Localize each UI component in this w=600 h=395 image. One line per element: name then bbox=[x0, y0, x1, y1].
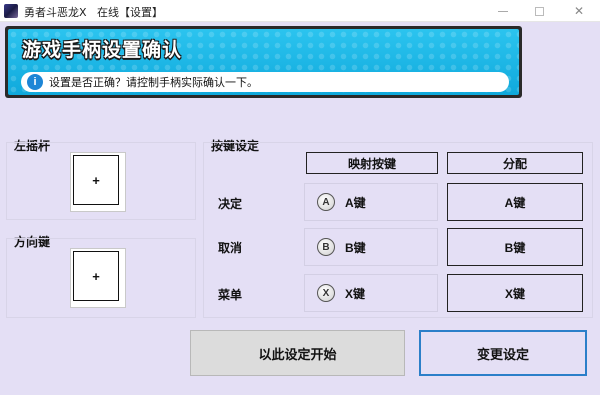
banner-panel: 游戏手柄设置确认 i 设置是否正确？请控制手柄实际确认一下。 bbox=[8, 29, 519, 95]
row-label-menu: 菜单 bbox=[218, 288, 243, 302]
x-button-icon: X bbox=[317, 284, 335, 302]
row-label-confirm: 决定 bbox=[218, 197, 243, 211]
app-icon bbox=[4, 4, 18, 18]
assign-button-confirm[interactable]: A键 bbox=[447, 183, 583, 221]
dpad-display: + bbox=[70, 248, 126, 308]
banner-message: 设置是否正确？请控制手柄实际确认一下。 bbox=[49, 76, 258, 89]
mapped-key-menu: X X键 bbox=[304, 274, 438, 312]
close-button[interactable]: ✕ bbox=[562, 0, 596, 22]
minimize-icon bbox=[498, 10, 508, 12]
window-title: 勇者斗恶龙X 在线【设置】 bbox=[24, 6, 164, 19]
mapped-key-label: A键 bbox=[345, 195, 366, 210]
mapped-key-header: 映射按键 bbox=[306, 152, 438, 174]
dpad-indicator: + bbox=[73, 251, 119, 301]
info-icon: i bbox=[27, 74, 43, 90]
mapped-key-label: B键 bbox=[345, 240, 366, 255]
row-label-cancel: 取消 bbox=[218, 241, 243, 255]
left-stick-display: + bbox=[70, 152, 126, 212]
maximize-icon bbox=[534, 6, 544, 16]
change-settings-button[interactable]: 变更设定 bbox=[419, 330, 587, 376]
start-with-settings-button[interactable]: 以此设定开始 bbox=[190, 330, 405, 376]
mapped-key-confirm: A A键 bbox=[304, 183, 438, 221]
mapped-key-label: X键 bbox=[345, 286, 366, 301]
maximize-button[interactable] bbox=[522, 0, 556, 22]
page-title: 游戏手柄设置确认 bbox=[22, 39, 183, 61]
assign-button-menu[interactable]: X键 bbox=[447, 274, 583, 312]
header-banner: 游戏手柄设置确认 i 设置是否正确？请控制手柄实际确认一下。 bbox=[5, 26, 522, 98]
mapped-key-cancel: B B键 bbox=[304, 228, 438, 266]
a-button-icon: A bbox=[317, 193, 335, 211]
close-icon: ✕ bbox=[573, 4, 585, 18]
title-bar: 勇者斗恶龙X 在线【设置】 ✕ bbox=[0, 0, 600, 22]
assign-button-cancel[interactable]: B键 bbox=[447, 228, 583, 266]
minimize-button[interactable] bbox=[486, 0, 520, 22]
left-stick-indicator: + bbox=[73, 155, 119, 205]
b-button-icon: B bbox=[317, 238, 335, 256]
assign-header: 分配 bbox=[447, 152, 583, 174]
banner-message-box: i 设置是否正确？请控制手柄实际确认一下。 bbox=[21, 72, 509, 92]
